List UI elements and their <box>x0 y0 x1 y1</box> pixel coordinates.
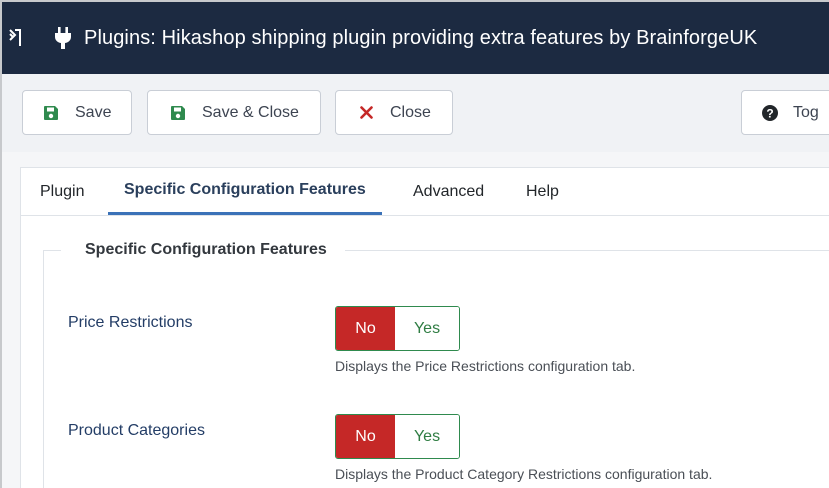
tab-advanced[interactable]: Advanced <box>413 168 484 215</box>
header-bar: Plugins: Hikashop shipping plugin provid… <box>2 2 829 74</box>
save-and-close-button[interactable]: Save & Close <box>147 90 321 135</box>
app-window: Plugins: Hikashop shipping plugin provid… <box>0 0 829 488</box>
price-restrictions-no-option[interactable]: No <box>336 307 396 350</box>
price-restrictions-description: Displays the Price Restrictions configur… <box>335 358 636 374</box>
tab-plugin[interactable]: Plugin <box>40 168 84 215</box>
close-icon <box>358 105 374 121</box>
tab-specific-configuration-features[interactable]: Specific Configuration Features <box>108 168 382 215</box>
question-circle-icon: ? <box>762 104 778 121</box>
page-title: Plugins: Hikashop shipping plugin provid… <box>84 26 758 49</box>
product-categories-description: Displays the Product Category Restrictio… <box>335 466 713 482</box>
save-and-close-label: Save & Close <box>202 103 299 121</box>
price-restrictions-label: Price Restrictions <box>68 314 193 331</box>
plug-icon <box>52 26 74 50</box>
price-restrictions-yes-option[interactable]: Yes <box>395 307 459 350</box>
save-label: Save <box>75 103 112 121</box>
fieldset-legend: Specific Configuration Features <box>61 241 345 259</box>
edit-panel: Plugin Specific Configuration Features A… <box>20 167 829 488</box>
tab-bar: Plugin Specific Configuration Features A… <box>21 168 829 216</box>
product-categories-yes-option[interactable]: Yes <box>395 415 459 458</box>
product-categories-no-option[interactable]: No <box>336 415 396 458</box>
close-label: Close <box>390 103 431 121</box>
svg-text:?: ? <box>766 106 773 120</box>
tab-help[interactable]: Help <box>526 168 559 215</box>
toggle-label: Tog <box>793 103 819 121</box>
close-button[interactable]: Close <box>335 90 453 135</box>
toggle-inline-help-button[interactable]: ? Tog <box>741 90 829 135</box>
floppy-disk-icon <box>43 105 59 121</box>
floppy-disk-icon <box>170 105 186 121</box>
save-button[interactable]: Save <box>22 90 132 135</box>
toolbar: Save Save & Close Close ? Tog <box>2 74 829 152</box>
menu-toggle-icon[interactable] <box>6 24 24 52</box>
product-categories-label: Product Categories <box>68 422 205 439</box>
price-restrictions-switch: No Yes <box>335 306 460 351</box>
product-categories-switch: No Yes <box>335 414 460 459</box>
